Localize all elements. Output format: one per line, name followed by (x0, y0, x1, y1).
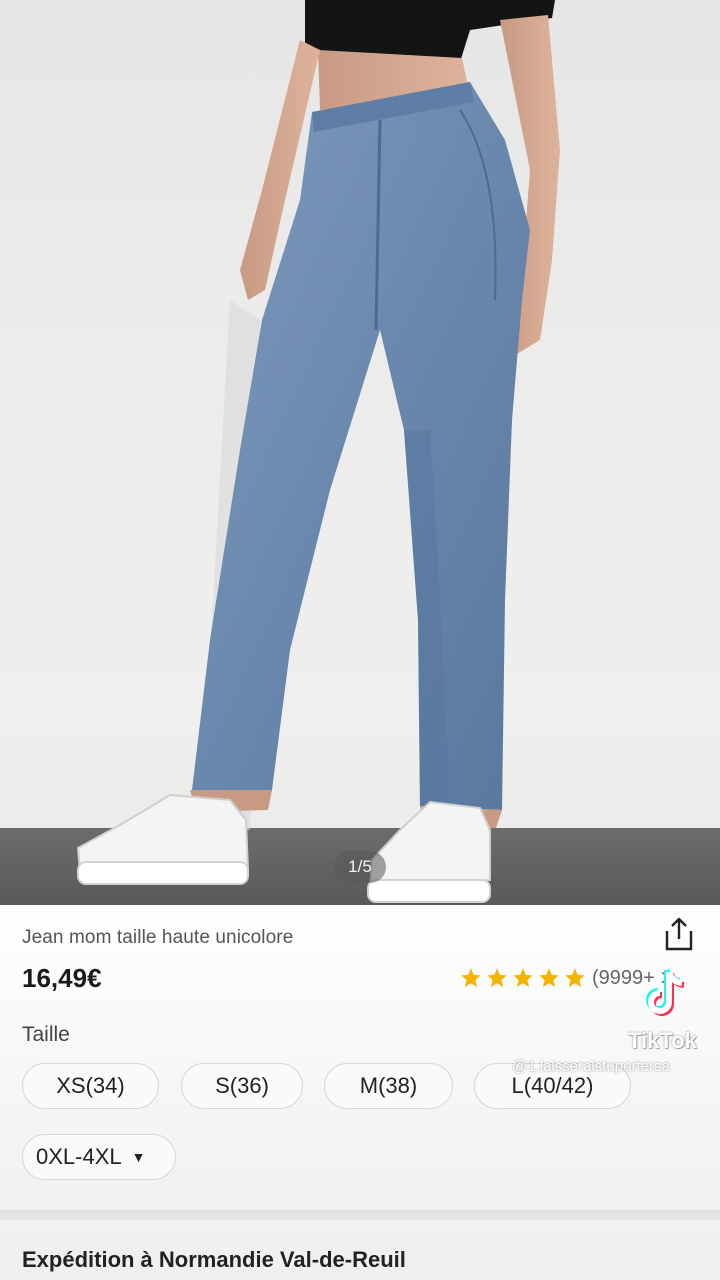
product-info-panel: Jean mom taille haute unicolore 16,49€ (… (0, 905, 720, 1280)
star-icon (487, 968, 507, 987)
product-page: 1/5 Jean mom taille haute unicolore 16,4… (0, 0, 720, 1280)
section-divider (0, 1210, 720, 1220)
size-option-xs[interactable]: XS(34) (22, 1063, 159, 1109)
image-counter: 1/5 (334, 851, 386, 883)
shipping-destination[interactable]: Expédition à Normandie Val-de-Reuil (22, 1247, 406, 1273)
size-option-m[interactable]: M(38) (324, 1063, 453, 1109)
product-price: 16,49€ (22, 963, 102, 993)
size-range-value: 0XL-4XL (36, 1144, 122, 1169)
jeans-photo-illustration (0, 0, 720, 905)
tiktok-user-handle: @1.laisseraistuportersa (512, 1058, 670, 1075)
share-button[interactable] (660, 913, 698, 955)
share-icon (665, 917, 693, 951)
star-icon (461, 968, 481, 987)
star-icon (513, 968, 533, 987)
size-option-s[interactable]: S(36) (181, 1063, 303, 1109)
tiktok-logo-icon (646, 968, 685, 1016)
tiktok-wordmark: TikTok (628, 1028, 697, 1053)
product-title: Jean mom taille haute unicolore (22, 927, 294, 948)
product-image[interactable]: 1/5 (0, 0, 720, 905)
star-icon (539, 968, 559, 987)
star-icon (565, 968, 585, 987)
caret-down-icon: ▼ (131, 1149, 146, 1165)
size-range-dropdown[interactable]: 0XL-4XL ▼ (22, 1134, 176, 1180)
size-section-label: Taille (22, 1023, 70, 1046)
